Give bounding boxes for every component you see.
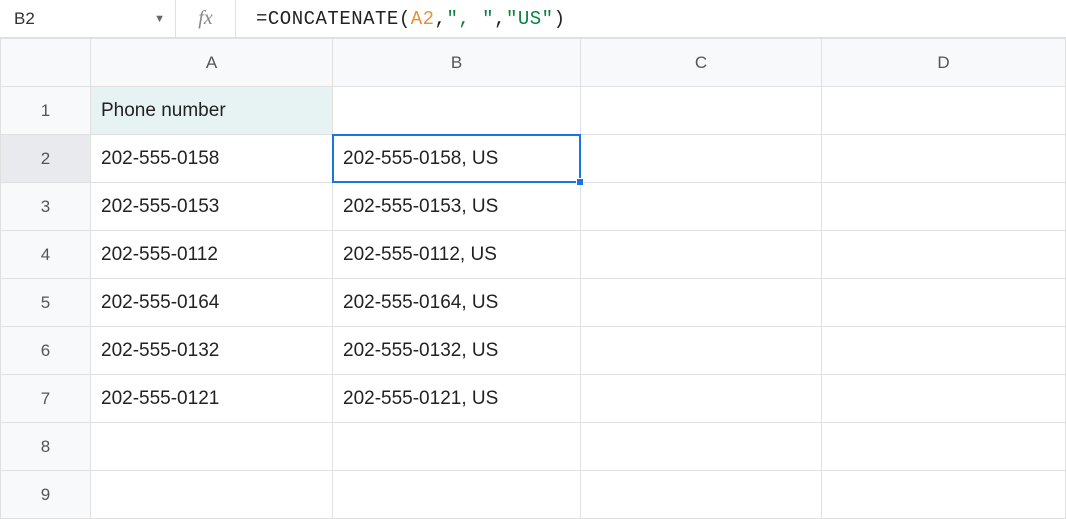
row-header-4[interactable]: 4: [1, 231, 91, 279]
formula-ref: A2: [411, 8, 435, 30]
cell-B1[interactable]: [333, 87, 581, 135]
row-header-7[interactable]: 7: [1, 375, 91, 423]
cell-A8[interactable]: [91, 423, 333, 471]
cell-D2[interactable]: [822, 135, 1066, 183]
formula-string: ", ": [446, 8, 494, 30]
cell-A4[interactable]: 202-555-0112: [91, 231, 333, 279]
formula-string: "US": [506, 8, 554, 30]
row-header-3[interactable]: 3: [1, 183, 91, 231]
cell-D8[interactable]: [822, 423, 1066, 471]
cell-A2[interactable]: 202-555-0158: [91, 135, 333, 183]
cell-D5[interactable]: [822, 279, 1066, 327]
row-header-1[interactable]: 1: [1, 87, 91, 135]
row-header-5[interactable]: 5: [1, 279, 91, 327]
cell-C8[interactable]: [581, 423, 822, 471]
column-header-A[interactable]: A: [91, 39, 333, 87]
cell-B2[interactable]: 202-555-0158, US: [333, 135, 581, 183]
column-header-C[interactable]: C: [581, 39, 822, 87]
cell-B2-value: 202-555-0158, US: [343, 148, 498, 170]
cell-C3[interactable]: [581, 183, 822, 231]
cell-B9[interactable]: [333, 471, 581, 519]
cell-A1[interactable]: Phone number: [91, 87, 333, 135]
formula-comma: ,: [435, 8, 447, 30]
cell-A5[interactable]: 202-555-0164: [91, 279, 333, 327]
spreadsheet-grid: A B C D 1 Phone number 2 202-555-0158 20…: [0, 38, 1066, 519]
cell-B3[interactable]: 202-555-0153, US: [333, 183, 581, 231]
cell-B7[interactable]: 202-555-0121, US: [333, 375, 581, 423]
fill-handle[interactable]: [576, 178, 584, 186]
row-header-9[interactable]: 9: [1, 471, 91, 519]
cell-B8[interactable]: [333, 423, 581, 471]
cell-D4[interactable]: [822, 231, 1066, 279]
formula-suffix: ): [554, 8, 566, 30]
cell-C2[interactable]: [581, 135, 822, 183]
row-header-6[interactable]: 6: [1, 327, 91, 375]
cell-C7[interactable]: [581, 375, 822, 423]
cell-B6[interactable]: 202-555-0132, US: [333, 327, 581, 375]
name-box[interactable]: B2 ▼: [0, 0, 176, 37]
cell-A6[interactable]: 202-555-0132: [91, 327, 333, 375]
cell-B5[interactable]: 202-555-0164, US: [333, 279, 581, 327]
cell-D9[interactable]: [822, 471, 1066, 519]
cell-C6[interactable]: [581, 327, 822, 375]
cell-C5[interactable]: [581, 279, 822, 327]
formula-bar: B2 ▼ fx =CONCATENATE(A2,", ","US"): [0, 0, 1066, 38]
cell-C9[interactable]: [581, 471, 822, 519]
cell-A9[interactable]: [91, 471, 333, 519]
cell-C4[interactable]: [581, 231, 822, 279]
row-header-2[interactable]: 2: [1, 135, 91, 183]
column-header-D[interactable]: D: [822, 39, 1066, 87]
formula-input[interactable]: =CONCATENATE(A2,", ","US"): [236, 8, 1066, 30]
cell-D6[interactable]: [822, 327, 1066, 375]
cell-A7[interactable]: 202-555-0121: [91, 375, 333, 423]
name-box-text: B2: [14, 9, 154, 29]
formula-comma: ,: [494, 8, 506, 30]
cell-D3[interactable]: [822, 183, 1066, 231]
cell-C1[interactable]: [581, 87, 822, 135]
cell-B4[interactable]: 202-555-0112, US: [333, 231, 581, 279]
row-header-8[interactable]: 8: [1, 423, 91, 471]
fx-icon[interactable]: fx: [176, 0, 236, 37]
cell-D7[interactable]: [822, 375, 1066, 423]
column-header-B[interactable]: B: [333, 39, 581, 87]
cell-A3[interactable]: 202-555-0153: [91, 183, 333, 231]
select-all-corner[interactable]: [1, 39, 91, 87]
chevron-down-icon[interactable]: ▼: [154, 13, 165, 25]
formula-prefix: =CONCATENATE(: [256, 8, 411, 30]
cell-D1[interactable]: [822, 87, 1066, 135]
